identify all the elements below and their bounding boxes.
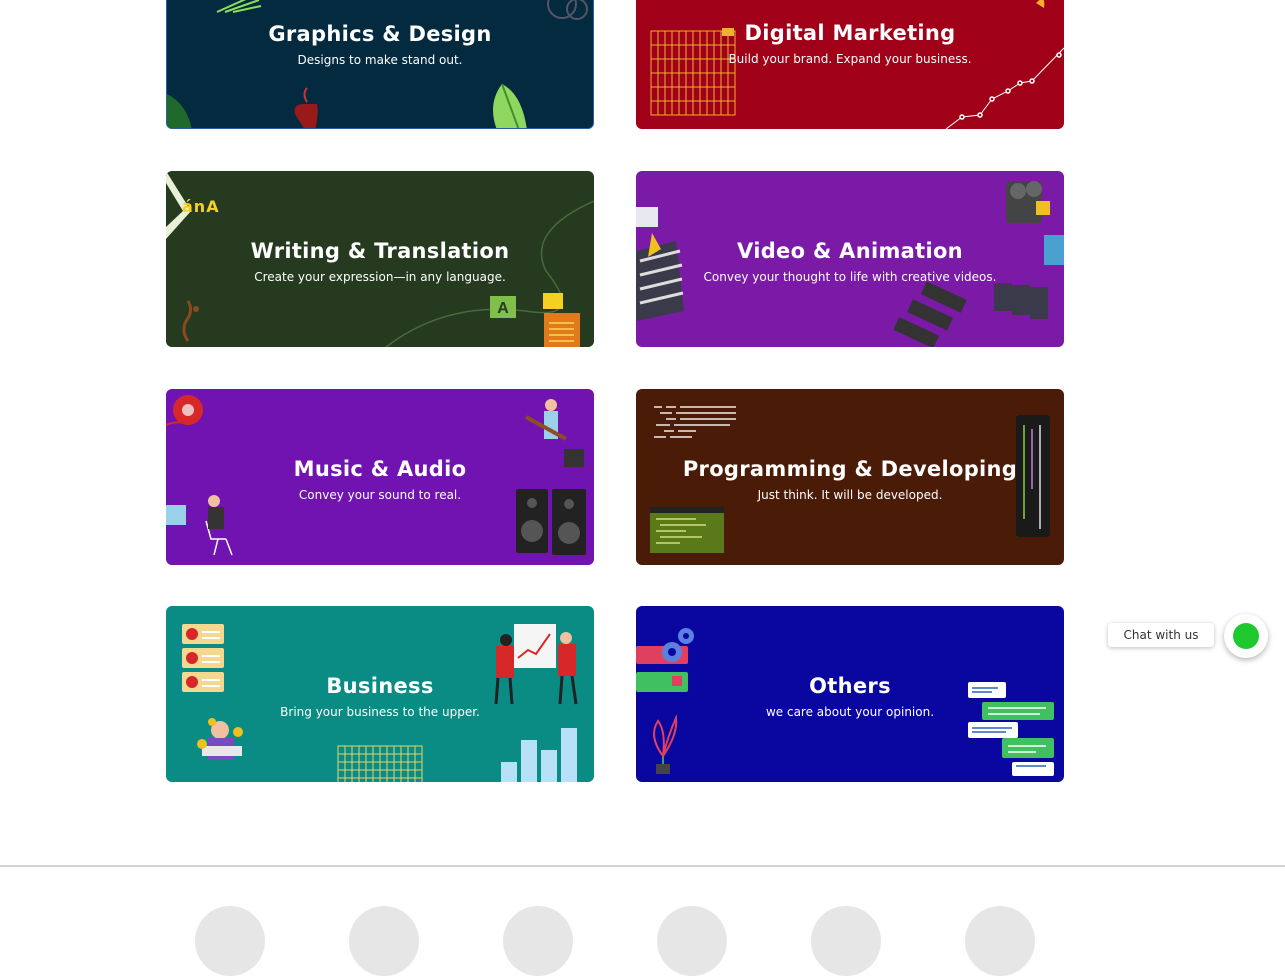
category-title: Digital Marketing <box>744 21 956 45</box>
category-subtitle: Create your expression—in any language. <box>254 270 506 284</box>
chat-button[interactable] <box>1224 614 1268 658</box>
category-subtitle: Designs to make stand out. <box>297 53 463 67</box>
category-title: Graphics & Design <box>268 22 492 46</box>
category-subtitle: Build your brand. Expand your business. <box>728 52 972 66</box>
category-subtitle: Convey your thought to life with creativ… <box>703 270 997 284</box>
footer-icon-5[interactable] <box>811 906 881 976</box>
category-title: Writing & Translation <box>250 239 510 263</box>
category-card-business[interactable]: Business Bring your business to the uppe… <box>166 606 594 782</box>
category-subtitle: Convey your sound to real. <box>298 488 462 502</box>
category-card-graphics-design[interactable]: Graphics & Design Designs to make stand … <box>166 0 594 129</box>
category-title: Business <box>326 674 434 698</box>
category-title: Music & Audio <box>293 457 467 481</box>
category-subtitle: we care about your opinion. <box>765 705 935 719</box>
footer-icon-3[interactable] <box>503 906 573 976</box>
category-card-video-animation[interactable]: Video & Animation Convey your thought to… <box>636 171 1064 347</box>
footer-icon-4[interactable] <box>657 906 727 976</box>
category-card-digital-marketing[interactable]: Digital Marketing Build your brand. Expa… <box>636 0 1064 129</box>
category-subtitle: Just think. It will be developed. <box>757 488 943 502</box>
category-card-others[interactable]: Others we care about your opinion. <box>636 606 1064 782</box>
category-subtitle: Bring your business to the upper. <box>280 705 480 719</box>
category-card-music-audio[interactable]: Music & Audio Convey your sound to real. <box>166 389 594 565</box>
category-title: Video & Animation <box>737 239 963 263</box>
category-card-writing-translation[interactable]: A ánA Writing & Translation Create your … <box>166 171 594 347</box>
whatsapp-icon <box>1233 623 1259 649</box>
svg-text:A: A <box>497 300 509 317</box>
footer-icon-6[interactable] <box>965 906 1035 976</box>
letters-icon: ánA <box>182 197 220 216</box>
footer-icon-2[interactable] <box>349 906 419 976</box>
chat-label[interactable]: Chat with us <box>1108 623 1214 647</box>
category-title: Others <box>809 674 891 698</box>
footer-divider <box>0 865 1285 867</box>
footer-icon-1[interactable] <box>195 906 265 976</box>
category-card-programming-developing[interactable]: Programming & Developing Just think. It … <box>636 389 1064 565</box>
category-title: Programming & Developing <box>682 457 1018 481</box>
